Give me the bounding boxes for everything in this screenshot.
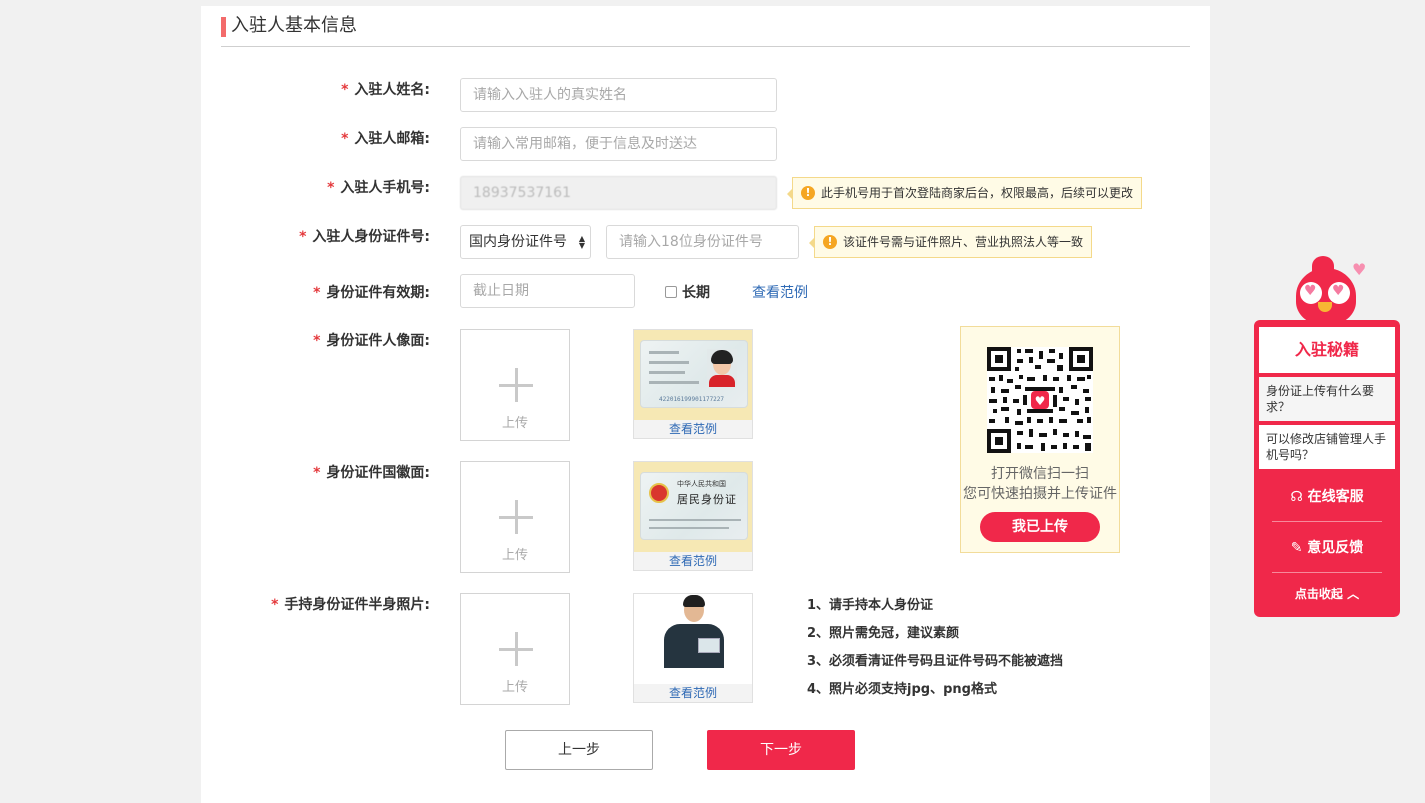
requirement-item: 3、必须看清证件号码且证件号码不能被遮挡 [807,654,1064,669]
uploaded-button[interactable]: 我已上传 [980,512,1100,542]
emblem-sample-link[interactable]: 查看范例 [634,552,752,570]
wechat-qr-panel: ♥ 打开微信扫一扫 您可快速拍摄并上传证件 我已上传 [960,326,1120,553]
id-number-sample: 422016199901177227 [659,396,725,403]
section-title: 入驻人基本信息 [221,15,357,37]
widget-title: 入驻秘籍 [1259,327,1395,373]
phone-input[interactable]: 18937537161 [460,176,777,210]
warning-icon: ! [823,235,837,249]
phone-label: * 入驻人手机号: [327,180,430,196]
required-star: * [327,180,335,196]
prev-step-button[interactable]: 上一步 [505,730,653,770]
upload-label: 上传 [501,416,528,431]
name-input[interactable]: 请输入入驻人的真实姓名 [460,78,777,112]
handheld-label: * 手持身份证件半身照片: [271,597,430,613]
required-star: * [313,465,321,481]
select-arrows-icon: ▲ ▼ [578,234,585,250]
required-star: * [341,82,349,98]
id-card-emblem-illustration: 中华人民共和国 居民身份证 [640,472,748,540]
requirement-item: 2、照片需免冠，建议素颜 [807,626,960,641]
emblem-sample-image: 中华人民共和国 居民身份证 查看范例 [633,461,753,571]
name-label: * 入驻人姓名: [341,82,430,98]
required-star: * [313,333,321,349]
required-star: * [299,229,307,245]
photo-requirements-list: 1、请手持本人身份证 2、照片需免冠，建议素颜 3、必须看清证件号码且证件号码不… [807,596,1063,708]
email-input[interactable]: 请输入常用邮箱，便于信息及时送达 [460,127,777,161]
qr-instruction-1: 打开微信扫一扫 [991,466,1089,482]
handheld-upload-box[interactable]: 上传 [460,593,570,705]
id-card-portrait-illustration: 422016199901177227 [640,340,748,408]
validity-date-input[interactable]: 截止日期 [460,274,635,308]
validity-label: * 身份证件有效期: [313,285,430,301]
required-star: * [313,285,321,301]
chevron-up-icon: ︿ [1347,587,1360,601]
long-term-label: 长期 [682,285,710,301]
long-term-checkbox[interactable] [665,286,677,298]
email-label: * 入驻人邮箱: [341,131,430,147]
faq-item-id-upload[interactable]: 身份证上传有什么要求？ [1259,377,1395,421]
warning-icon: ! [801,186,815,200]
upload-label: 上传 [501,680,528,695]
id-number-input[interactable]: 请输入18位身份证件号 [606,225,799,259]
id-number-label: * 入驻人身份证件号: [299,229,430,245]
upload-label: 上传 [501,548,528,563]
online-service-button[interactable]: ☊ 在线客服 [1272,486,1382,506]
id-type-select[interactable]: 国内身份证件号 ▲ ▼ [460,225,591,259]
mascot-bird-icon: ♥ [1292,254,1372,326]
emblem-upload-box[interactable]: 上传 [460,461,570,573]
person-holding-id-illustration [634,594,752,668]
edit-icon: ✎ [1290,540,1303,556]
portrait-side-label: * 身份证件人像面: [313,333,430,349]
widget-divider [1272,572,1382,573]
feedback-button[interactable]: ✎ 意见反馈 [1272,537,1382,557]
required-star: * [341,131,349,147]
handheld-sample-image: 查看范例 [633,593,753,703]
required-star: * [271,597,279,613]
portrait-upload-box[interactable]: 上传 [460,329,570,441]
headset-icon: ☊ [1290,489,1303,505]
next-step-button[interactable]: 下一步 [707,730,855,770]
settlement-tips-widget: 入驻秘籍 身份证上传有什么要求？ 可以修改店铺管理人手机号吗？ ☊ 在线客服 ✎… [1254,320,1400,617]
phone-tip: ! 此手机号用于首次登陆商家后台，权限最高，后续可以更改 [786,177,1143,209]
id-number-tip: ! 该证件号需与证件照片、营业执照法人等一致 [808,226,1093,258]
collapse-button[interactable]: 点击收起 ︿ [1254,585,1400,602]
portrait-sample-link[interactable]: 查看范例 [634,420,752,438]
faq-item-change-phone[interactable]: 可以修改店铺管理人手机号吗？ [1259,425,1395,469]
svg-text:♥: ♥ [1035,394,1046,408]
portrait-photo [707,349,737,387]
qr-instruction-2: 您可快速拍摄并上传证件 [963,486,1117,502]
validity-example-link[interactable]: 查看范例 [752,282,808,302]
section-divider [221,46,1190,47]
national-emblem-icon [649,483,669,503]
portrait-sample-image: 422016199901177227 查看范例 [633,329,753,439]
held-id-card [698,638,720,653]
widget-divider [1272,521,1382,522]
emblem-side-label: * 身份证件国徽面: [313,465,430,481]
requirement-item: 1、请手持本人身份证 [807,598,934,613]
requirement-item: 4、照片必须支持jpg、png格式 [807,682,997,697]
handheld-sample-link[interactable]: 查看范例 [634,684,752,702]
qr-code-image: ♥ [987,347,1093,453]
